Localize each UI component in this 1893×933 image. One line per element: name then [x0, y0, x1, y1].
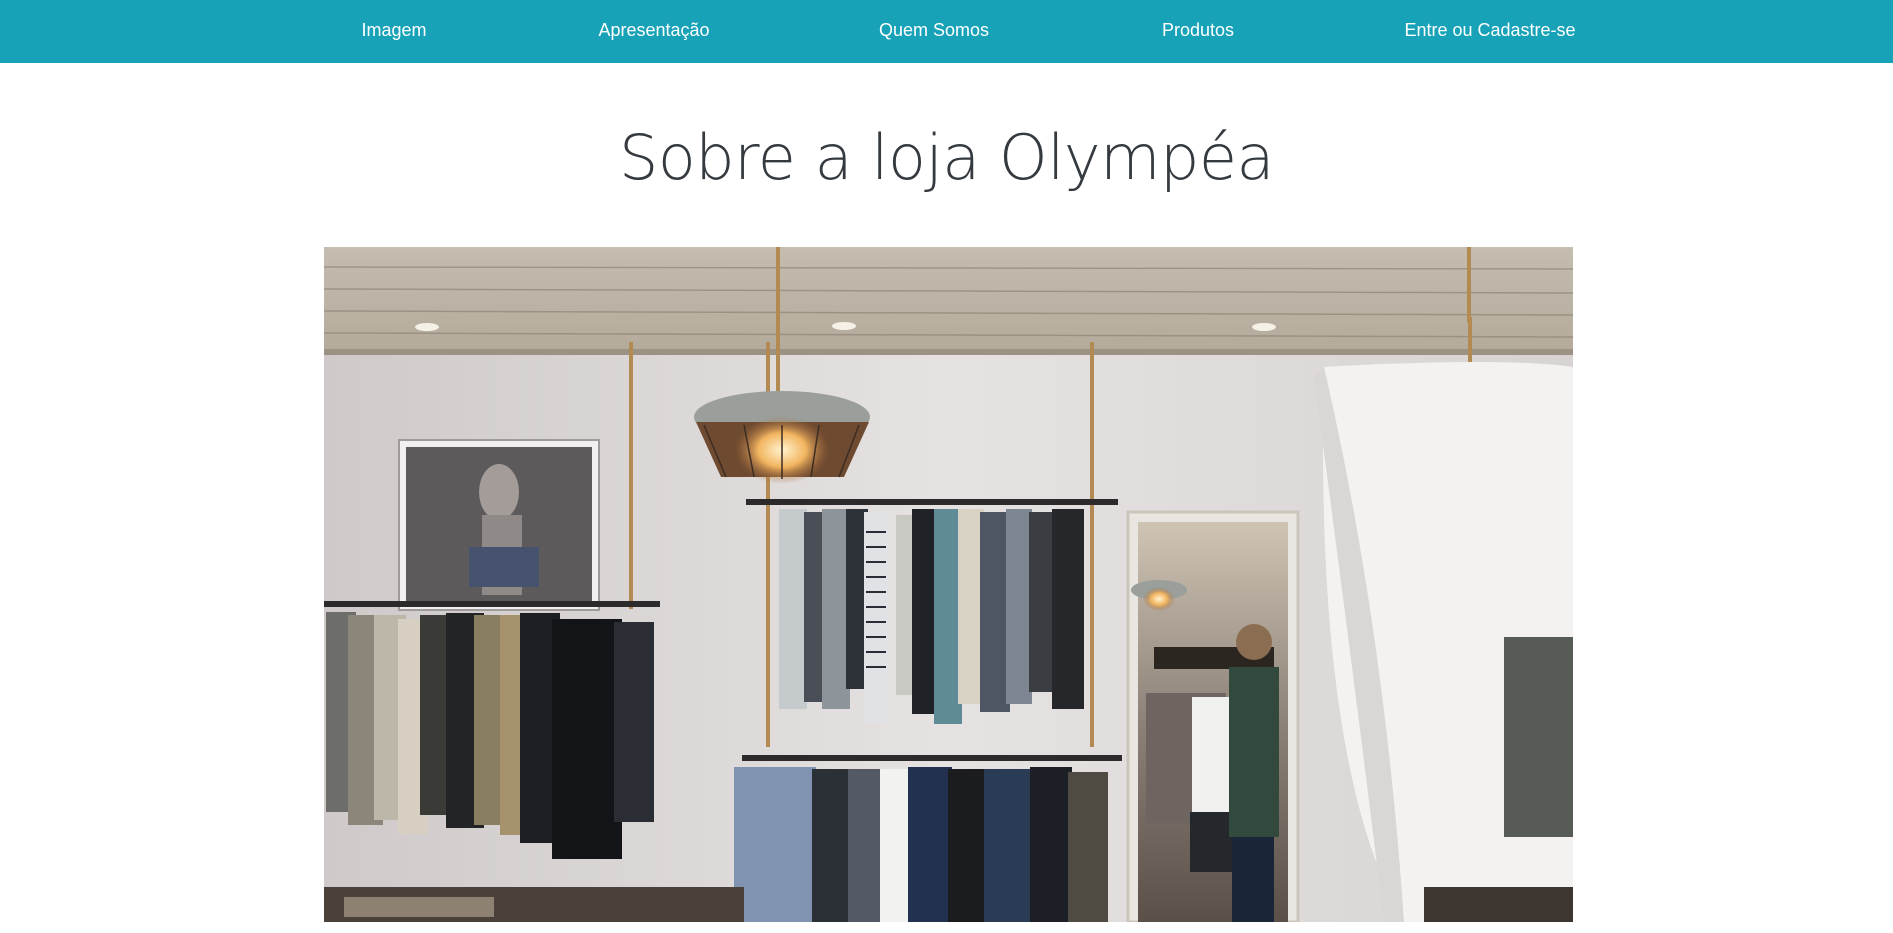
- nav-item-quem-somos[interactable]: Quem Somos: [879, 0, 989, 63]
- nav-item-entre-cadastre[interactable]: Entre ou Cadastre-se: [1404, 0, 1575, 63]
- nav-item-produtos[interactable]: Produtos: [1162, 0, 1234, 63]
- page-title: Sobre a loja Olympéa: [618, 121, 1275, 194]
- nav-item-apresentacao[interactable]: Apresentação: [598, 0, 709, 63]
- store-interior-photo: [324, 247, 1573, 922]
- top-navbar: Imagem Apresentação Quem Somos Produtos …: [0, 0, 1893, 63]
- nav-item-imagem[interactable]: Imagem: [361, 0, 426, 63]
